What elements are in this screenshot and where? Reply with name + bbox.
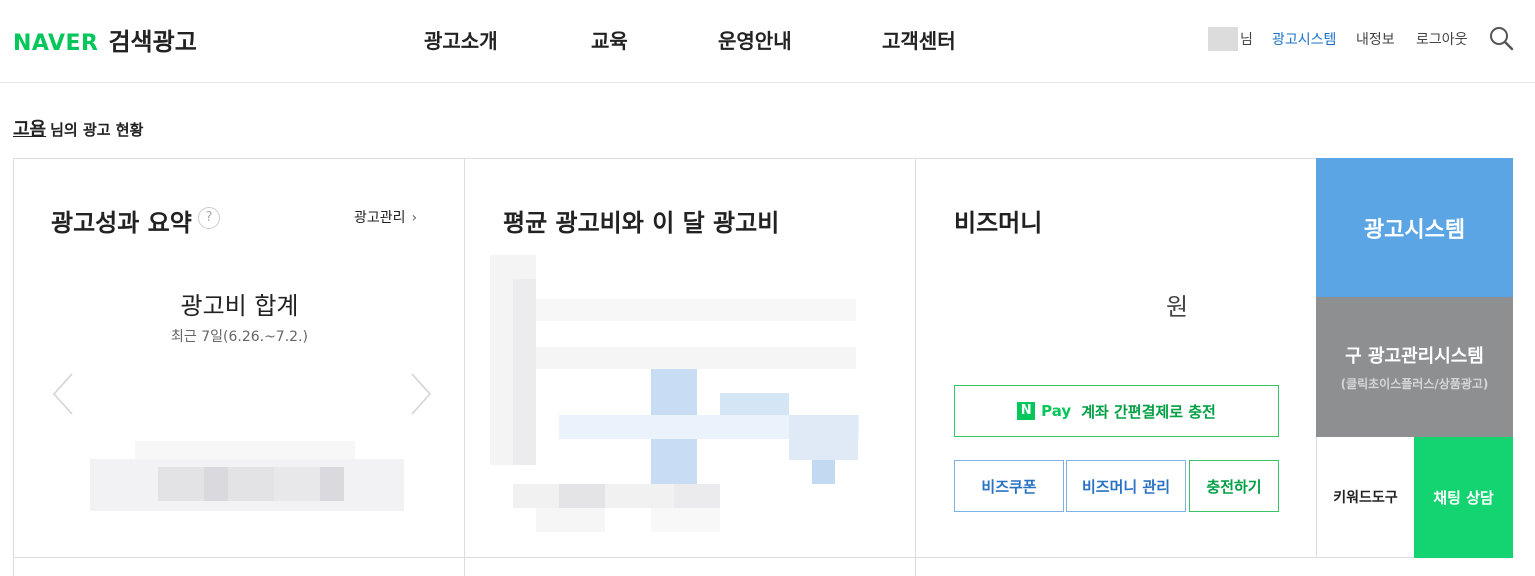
my-info-link[interactable]: 내정보 (1356, 29, 1395, 49)
masked-value-bits (228, 467, 274, 501)
keyword-tool-button[interactable]: 키워드도구 (1316, 437, 1414, 558)
old-system-label: 구 광고관리시스템 (1345, 346, 1484, 367)
chat-consult-button[interactable]: 채팅 상담 (1414, 437, 1513, 558)
bizmoney-manage-button[interactable]: 비즈머니 관리 (1066, 460, 1186, 512)
ad-cost-period: 최근 7일(6.26.~7.2.) (171, 329, 308, 345)
top-header: NAVER 검색광고 광고소개 교육 운영안내 고객센터 님 광고시스템 내정보… (0, 0, 1535, 83)
help-icon[interactable]: ? (198, 207, 220, 229)
npay-word: Pay (1041, 402, 1072, 420)
page-greeting: 고욤 님의 광고 현황 (13, 115, 143, 141)
side-old-system-button[interactable]: 구 광고관리시스템 (클릭초이스플러스/상품광고) (1316, 297, 1513, 437)
user-name-masked (1208, 27, 1238, 51)
nav-item-customer-center[interactable]: 고객센터 (882, 25, 956, 54)
ad-cost-sum-title: 광고비 합계 (180, 292, 299, 320)
old-system-sub-label: (클릭초이스플러스/상품광고) (1340, 377, 1489, 391)
dashboard-panels: 광고성과 요약 ? 광고관리 › 광고비 합계 최근 7일(6.26.~7.2.)… (13, 158, 1316, 558)
masked-value-bits (320, 467, 344, 501)
masked-value-bits (158, 467, 204, 501)
logo[interactable]: NAVER 검색광고 (13, 22, 197, 57)
prev-arrow-icon[interactable] (50, 372, 80, 416)
greeting-user-name[interactable]: 고욤 (13, 119, 46, 140)
masked-value-bits (204, 467, 228, 501)
next-arrow-icon[interactable] (404, 372, 434, 416)
bizmoney-title: 비즈머니 (954, 209, 1043, 237)
avg-cost-panel: 평균 광고비와 이 달 광고비 (465, 159, 916, 557)
ad-manage-label: 광고관리 (354, 210, 406, 226)
divider (915, 557, 916, 576)
performance-title: 광고성과 요약 (51, 209, 192, 237)
header-ad-system-link[interactable]: 광고시스템 (1272, 29, 1336, 49)
logo-brand: NAVER (13, 31, 99, 56)
bizmoney-won: 원 (1166, 293, 1189, 321)
npay-logo-icon: N (1017, 402, 1036, 420)
npay-charge-button[interactable]: N Pay 계좌 간편결제로 충전 (954, 385, 1279, 437)
search-icon[interactable] (1488, 25, 1514, 51)
masked-value-top (135, 441, 355, 461)
nav-item-ad-intro[interactable]: 광고소개 (424, 25, 498, 54)
biz-coupon-button[interactable]: 비즈쿠폰 (954, 460, 1064, 512)
performance-summary-panel: 광고성과 요약 ? 광고관리 › 광고비 합계 최근 7일(6.26.~7.2.) (14, 159, 465, 557)
ad-manage-link[interactable]: 광고관리 › (354, 207, 417, 227)
chevron-right-icon: › (411, 210, 418, 226)
masked-value-bits (274, 467, 320, 501)
nav-item-education[interactable]: 교육 (591, 25, 628, 54)
greeting-suffix: 님의 광고 현황 (50, 121, 144, 139)
divider (464, 557, 465, 576)
divider (13, 557, 14, 576)
logout-link[interactable]: 로그아웃 (1416, 29, 1468, 49)
user-suffix: 님 (1240, 32, 1253, 48)
nav-item-operation-guide[interactable]: 운영안내 (718, 25, 792, 54)
charge-button[interactable]: 충전하기 (1189, 460, 1279, 512)
bizmoney-panel: 비즈머니 원 N Pay 계좌 간편결제로 충전 비즈쿠폰 비즈머니 관리 충전… (916, 159, 1317, 557)
side-ad-system-button[interactable]: 광고시스템 (1316, 158, 1513, 297)
npay-charge-label: 계좌 간편결제로 충전 (1081, 402, 1216, 421)
logo-subtitle: 검색광고 (108, 28, 197, 56)
masked-chart (465, 159, 916, 557)
